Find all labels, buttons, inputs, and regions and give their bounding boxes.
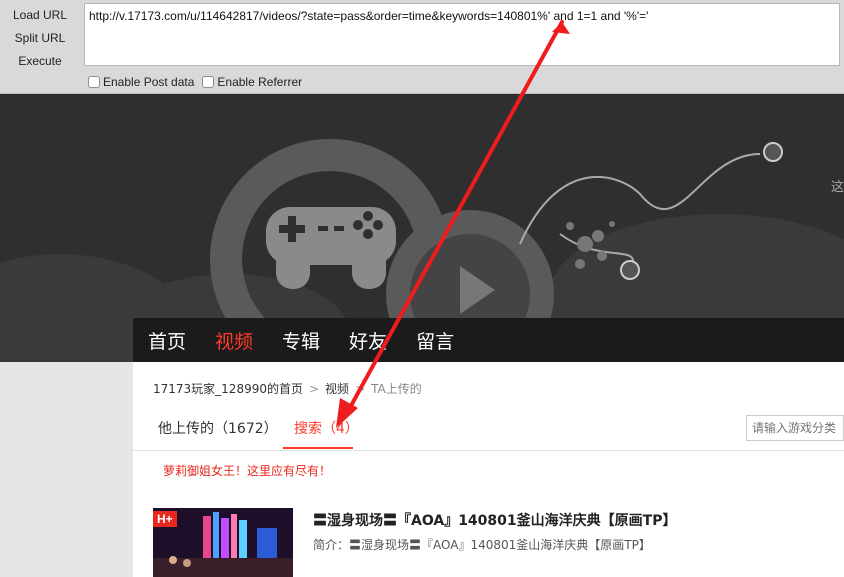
video-tabs: 他上传的（1672） 搜索（4） xyxy=(133,410,844,451)
breadcrumb-current: TA上传的 xyxy=(371,382,422,396)
nav-item-albums[interactable]: 专辑 xyxy=(282,327,320,354)
banner-side-text: 这 xyxy=(830,180,844,195)
breadcrumb-videos-link[interactable]: 视频 xyxy=(325,380,349,397)
video-list-item: H+ 〓湿身现场〓『AOA』140801釜山海洋庆典【原画TP】 简介：〓湿身现… xyxy=(153,508,843,577)
promo-text: 萝莉御姐女王！这里应有尽有！ xyxy=(163,464,332,478)
hackbar-toolbar: Load URL Split URL Execute http://v.1717… xyxy=(0,0,844,94)
nav-item-home[interactable]: 首页 xyxy=(148,327,186,354)
enable-post-checkbox[interactable] xyxy=(88,76,100,88)
video-title-link[interactable]: 〓湿身现场〓『AOA』140801釜山海洋庆典【原画TP】 xyxy=(313,510,676,530)
breadcrumb-separator: > xyxy=(355,381,366,396)
video-description: 简介：〓湿身现场〓『AOA』140801釜山海洋庆典【原画TP】 xyxy=(313,538,651,552)
url-input[interactable]: http://v.17173.com/u/114642817/videos/?s… xyxy=(84,3,840,66)
main-content: 17173玩家_128990的首页 > 视频 > TA上传的 他上传的（1672… xyxy=(133,362,844,577)
profile-nav: 首页 视频 专辑 好友 留言 xyxy=(133,318,844,362)
breadcrumb-separator: > xyxy=(308,381,320,396)
enable-post-option[interactable]: Enable Post data xyxy=(88,75,194,89)
breadcrumb: 17173玩家_128990的首页 > 视频 > TA上传的 xyxy=(153,380,422,397)
tab-search[interactable]: 搜索（4） xyxy=(294,418,359,438)
nav-item-messages[interactable]: 留言 xyxy=(416,327,454,354)
split-url-button[interactable]: Split URL xyxy=(0,27,80,50)
page-side-gutter xyxy=(0,362,133,577)
execute-button[interactable]: Execute xyxy=(0,50,80,73)
enable-referrer-option[interactable]: Enable Referrer xyxy=(202,75,302,89)
nav-item-friends[interactable]: 好友 xyxy=(349,327,387,354)
video-thumbnail[interactable]: H+ xyxy=(153,508,293,577)
hackbar-buttons: Load URL Split URL Execute xyxy=(0,4,80,73)
breadcrumb-home-link[interactable]: 17173玩家_128990的首页 xyxy=(153,380,303,397)
hackbar-options: Enable Post data Enable Referrer xyxy=(88,75,310,89)
hd-badge: H+ xyxy=(153,511,177,527)
tab-uploaded[interactable]: 他上传的（1672） xyxy=(158,418,278,438)
enable-post-label: Enable Post data xyxy=(103,75,195,89)
active-tab-underline xyxy=(283,447,353,449)
enable-referrer-checkbox[interactable] xyxy=(202,76,215,88)
enable-referrer-label: Enable Referrer xyxy=(217,75,303,89)
gamepad-icon xyxy=(266,207,396,289)
load-url-button[interactable]: Load URL xyxy=(0,4,80,27)
game-category-search-input[interactable] xyxy=(746,415,844,441)
nav-item-videos[interactable]: 视频 xyxy=(215,327,253,354)
